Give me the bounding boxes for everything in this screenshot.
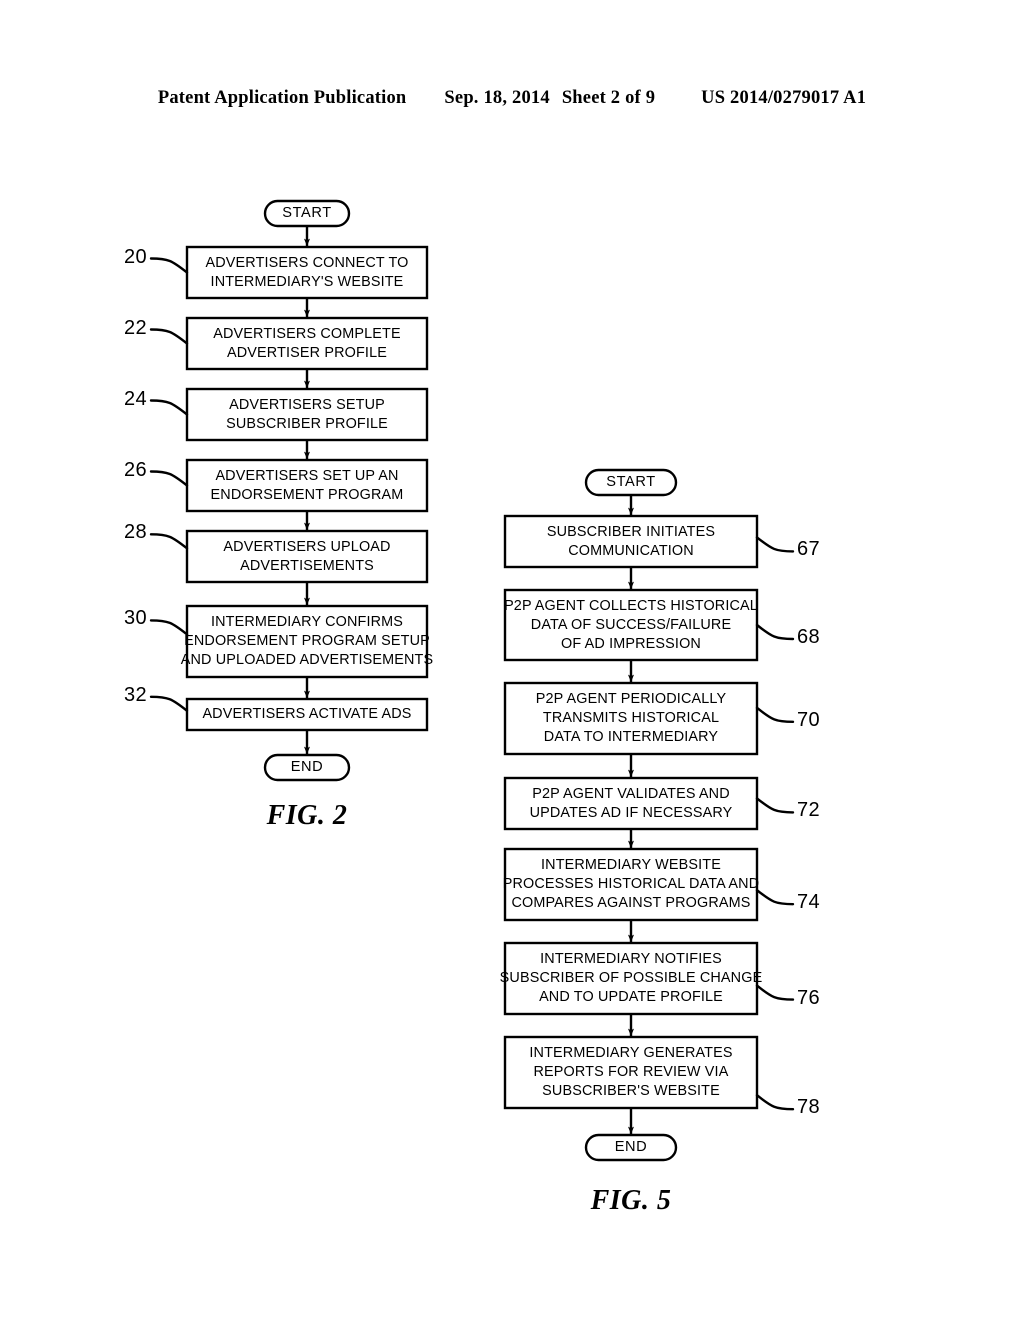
fig2-step-24-text-line-2: SUBSCRIBER PROFILE bbox=[226, 415, 388, 432]
fig2-step-26-text-line-2: ENDORSEMENT PROGRAM bbox=[210, 486, 404, 503]
fig2-step-22-text-line-2: ADVERTISER PROFILE bbox=[227, 344, 387, 361]
fig5-step-68-text-line-3: OF AD IMPRESSION bbox=[561, 635, 701, 652]
fig5-step-67-ref-number: 67 bbox=[797, 538, 821, 561]
header-date: Sep. 18, 2014 bbox=[444, 88, 550, 108]
fig5-step-70-text: P2P AGENT PERIODICALLY TRANSMITS HISTORIC… bbox=[505, 683, 757, 754]
fig2-step-24-ref-number: 24 bbox=[123, 387, 147, 410]
fig2-step-24-text-line-1: ADVERTISERS SETUP bbox=[229, 396, 385, 413]
fig2-caption: FIG. 2 bbox=[266, 800, 348, 831]
fig5-step-74-text-line-1: INTERMEDIARY WEBSITE bbox=[541, 857, 721, 873]
fig2-step-30-ref-number: 30 bbox=[123, 607, 147, 630]
fig5-step-72-text-line-1: P2P AGENT VALIDATES AND bbox=[532, 785, 730, 802]
fig5-step-76-ref-number: 76 bbox=[797, 986, 821, 1009]
fig2-step-32-text: ADVERTISERS ACTIVATE ADS bbox=[187, 699, 427, 730]
fig2-step-26-text-line-1: ADVERTISERS SET UP AN bbox=[215, 467, 399, 484]
fig5-step-74-text-line-3: COMPARES AGAINST PROGRAMS bbox=[511, 895, 751, 911]
fig5-end-label: END bbox=[586, 1135, 676, 1160]
fig5-step-76-text: INTERMEDIARY NOTIFIES SUBSCRIBER OF POSSI… bbox=[500, 943, 763, 1014]
fig2-step-30-text-line-3: AND UPLOADED ADVERTISEMENTS bbox=[180, 652, 434, 668]
fig5-caption: FIG. 5 bbox=[590, 1185, 672, 1216]
fig5-step-67-text-line-2: COMMUNICATION bbox=[568, 542, 694, 559]
fig5-step-78-leader bbox=[755, 1094, 795, 1111]
fig5-step-70-text-line-3: DATA TO INTERMEDIARY bbox=[543, 729, 719, 745]
header-sheet-number: Sheet 2 of 9 bbox=[561, 88, 656, 108]
fig2-step-28-text-line-1: ADVERTISERS UPLOAD bbox=[223, 538, 391, 555]
fig2-step-20-text-line-1: ADVERTISERS CONNECT TO bbox=[205, 254, 409, 271]
fig5-step-70-leader bbox=[755, 706, 795, 724]
fig5-step-78-text-line-3: SUBSCRIBER'S WEBSITE bbox=[542, 1083, 720, 1099]
fig5-step-70-ref-number: 70 bbox=[797, 708, 821, 731]
fig2-step-32-leader bbox=[149, 695, 189, 712]
fig5-step-68-text-line-1: P2P AGENT COLLECTS HISTORICAL bbox=[504, 597, 758, 614]
fig2-step-32-text-line-1: ADVERTISERS ACTIVATE ADS bbox=[202, 706, 412, 722]
fig2-step-30-text: INTERMEDIARY CONFIRMS ENDORSEMENT PROGRAM… bbox=[181, 606, 433, 677]
fig2-step-24-leader bbox=[149, 399, 189, 416]
fig5-step-68-ref-number: 68 bbox=[797, 626, 821, 648]
fig5-step-72-text: P2P AGENT VALIDATES AND UPDATES AD IF NEC… bbox=[505, 778, 757, 829]
fig5-step-72-ref-number: 72 bbox=[797, 799, 821, 822]
fig5-step-67-text: SUBSCRIBER INITIATES COMMUNICATION bbox=[505, 516, 757, 567]
fig5-step-70-text-line-1: P2P AGENT PERIODICALLY bbox=[535, 691, 727, 707]
fig5-step-70-text-line-2: TRANSMITS HISTORICAL bbox=[542, 710, 720, 726]
header-publication: Patent Application Publication bbox=[157, 88, 407, 108]
fig2-step-22-leader bbox=[149, 328, 189, 345]
fig2-step-26-text: ADVERTISERS SET UP AN ENDORSEMENT PROGRAM bbox=[187, 460, 427, 511]
fig2-step-30-leader bbox=[149, 619, 189, 636]
fig2-step-22-ref-number: 22 bbox=[123, 316, 147, 339]
fig5-step-78-ref-number: 78 bbox=[797, 1096, 821, 1119]
fig5-step-74-ref-number: 74 bbox=[797, 891, 821, 914]
fig2-step-20-ref-number: 20 bbox=[123, 245, 147, 268]
fig5-step-76-text-line-3: AND TO UPDATE PROFILE bbox=[539, 989, 723, 1005]
fig5-step-74-text: INTERMEDIARY WEBSITE PROCESSES HISTORICAL… bbox=[502, 849, 760, 920]
fig5-step-78-text-line-2: REPORTS FOR REVIEW VIA bbox=[533, 1064, 729, 1080]
fig2-step-22-text-line-1: ADVERTISERS COMPLETE bbox=[213, 325, 401, 342]
fig2-step-32-ref-number: 32 bbox=[123, 683, 147, 706]
fig2-step-30-text-line-1: INTERMEDIARY CONFIRMS bbox=[210, 614, 404, 630]
fig2-step-26-ref-number: 26 bbox=[123, 458, 147, 481]
fig5-step-76-text-line-1: INTERMEDIARY NOTIFIES bbox=[540, 951, 722, 967]
fig5-step-72-text-line-2: UPDATES AD IF NECESSARY bbox=[529, 804, 733, 821]
fig5-step-67-text-line-1: SUBSCRIBER INITIATES bbox=[546, 523, 716, 540]
fig5-step-68-text: P2P AGENT COLLECTS HISTORICAL DATA OF SUC… bbox=[504, 590, 758, 660]
fig2-start-label-line-1: START bbox=[282, 205, 332, 221]
patent-figure-drawing bbox=[149, 199, 795, 1162]
fig5-step-76-text-line-2: SUBSCRIBER OF POSSIBLE CHANGE bbox=[499, 970, 763, 986]
fig5-start-label-line-1: START bbox=[606, 474, 656, 490]
fig2-step-30-text-line-2: ENDORSEMENT PROGRAM SETUP bbox=[184, 633, 430, 649]
fig2-step-26-leader bbox=[149, 470, 189, 487]
fig2-step-20-text-line-2: INTERMEDIARY'S WEBSITE bbox=[210, 273, 404, 290]
fig5-step-76-leader bbox=[755, 984, 795, 1001]
fig2-step-28-ref-number: 28 bbox=[123, 521, 147, 544]
header-patent-number: US 2014/0279017 A1 bbox=[701, 88, 867, 108]
fig5-step-67-leader bbox=[755, 536, 795, 553]
fig2-start-label: START bbox=[265, 201, 349, 226]
page-header: Patent Application Publication Sep. 18, … bbox=[0, 88, 1024, 112]
fig2-step-20-leader bbox=[149, 257, 189, 274]
fig2-step-28-text: ADVERTISERS UPLOAD ADVERTISEMENTS bbox=[187, 531, 427, 582]
fig2-step-28-text-line-2: ADVERTISEMENTS bbox=[240, 557, 374, 574]
fig5-end-label-line-1: END bbox=[614, 1139, 648, 1155]
fig5-step-68-leader bbox=[755, 623, 795, 641]
fig5-step-72-leader bbox=[755, 797, 795, 814]
fig2-end-label: END bbox=[265, 755, 349, 780]
fig5-step-78-text-line-1: INTERMEDIARY GENERATES bbox=[529, 1045, 733, 1061]
fig5-start-label: START bbox=[586, 470, 676, 495]
fig5-step-68-text-line-2: DATA OF SUCCESS/FAILURE bbox=[530, 616, 732, 633]
fig2-end-label-line-1: END bbox=[290, 759, 324, 775]
fig2-step-20-text: ADVERTISERS CONNECT TO INTERMEDIARY'S WEB… bbox=[187, 247, 427, 298]
fig5-step-78-text: INTERMEDIARY GENERATES REPORTS FOR REVIEW… bbox=[505, 1037, 757, 1108]
fig2-step-28-leader bbox=[149, 533, 189, 550]
fig2-step-24-text: ADVERTISERS SETUP SUBSCRIBER PROFILE bbox=[187, 389, 427, 440]
fig5-step-74-leader bbox=[755, 888, 795, 906]
fig2-step-22-text: ADVERTISERS COMPLETE ADVERTISER PROFILE bbox=[187, 318, 427, 369]
fig5-step-74-text-line-2: PROCESSES HISTORICAL DATA AND bbox=[502, 876, 760, 892]
